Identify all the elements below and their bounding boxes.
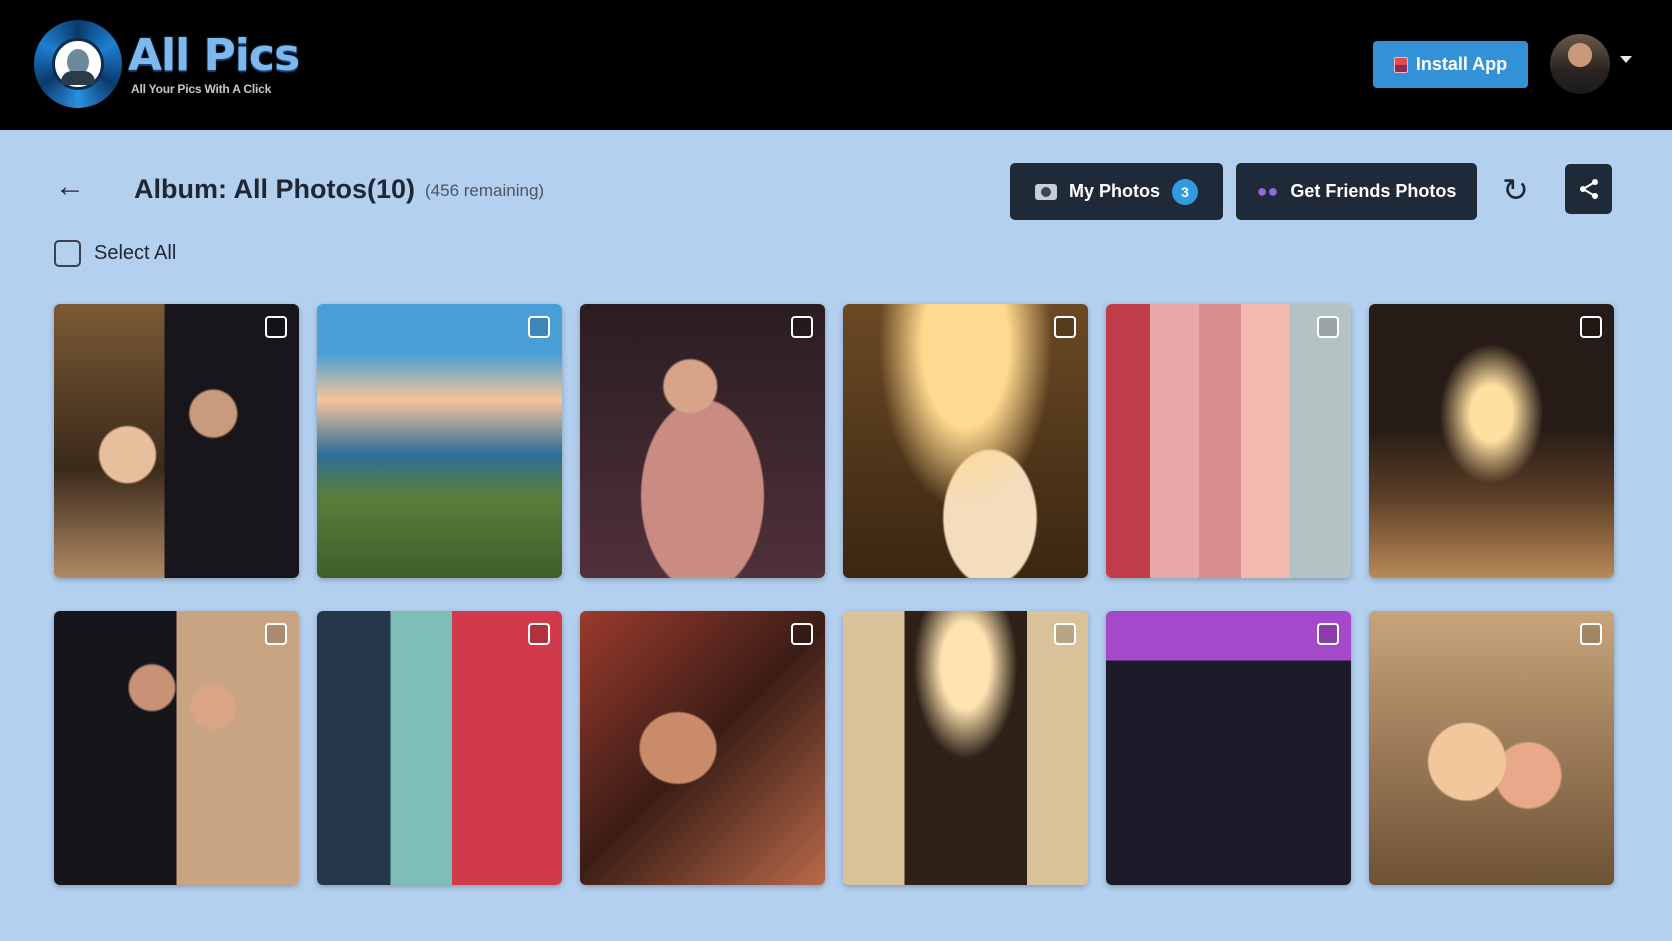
photo-checkbox[interactable] [265, 316, 287, 338]
share-icon [1579, 179, 1598, 199]
photo-checkbox[interactable] [528, 316, 550, 338]
photo-tile[interactable] [54, 611, 299, 885]
app-icon [1393, 56, 1408, 73]
photo-checkbox[interactable] [791, 316, 813, 338]
photo-tile[interactable] [54, 304, 299, 578]
photo-tile[interactable] [317, 611, 562, 885]
people-icon: ●● [1256, 181, 1279, 201]
photo-tile[interactable] [843, 611, 1088, 885]
photo-tile[interactable] [580, 304, 825, 578]
get-friends-photos-label: Get Friends Photos [1290, 181, 1457, 201]
logo-tagline: All Your Pics With A Click [131, 82, 272, 96]
select-all[interactable]: Select All [54, 240, 176, 267]
select-all-label: Select All [94, 242, 177, 264]
photo-checkbox[interactable] [1580, 316, 1602, 338]
photo-checkbox[interactable] [528, 623, 550, 645]
photo-grid [54, 304, 1614, 885]
refresh-icon[interactable]: ↻ [1502, 174, 1529, 206]
select-all-checkbox[interactable] [54, 240, 81, 267]
photo-tile[interactable] [1369, 304, 1614, 578]
photo-tile[interactable] [1106, 304, 1351, 578]
chevron-down-icon[interactable] [1620, 56, 1632, 63]
back-arrow-icon[interactable]: ← [55, 172, 85, 202]
my-photos-button[interactable]: My Photos 3 [1010, 163, 1223, 220]
photo-checkbox[interactable] [1317, 623, 1339, 645]
count-badge: 3 [1172, 178, 1198, 205]
avatar[interactable] [1550, 34, 1610, 94]
photo-tile[interactable] [843, 304, 1088, 578]
photo-checkbox[interactable] [1054, 316, 1076, 338]
page-title: Album: All Photos(10) [134, 174, 415, 204]
photo-tile[interactable] [1369, 611, 1614, 885]
photo-checkbox[interactable] [1054, 623, 1076, 645]
photo-checkbox[interactable] [265, 623, 287, 645]
get-friends-photos-button[interactable]: ●● Get Friends Photos [1236, 163, 1477, 220]
logo-icon[interactable] [34, 20, 122, 108]
photo-tile[interactable] [580, 611, 825, 885]
camera-icon [1034, 183, 1057, 200]
share-button[interactable] [1565, 164, 1612, 214]
logo-title[interactable]: All Pics [128, 30, 300, 81]
photo-tile[interactable] [317, 304, 562, 578]
photo-tile[interactable] [1106, 611, 1351, 885]
top-bar: All Pics All Your Pics With A Click Inst… [0, 0, 1672, 130]
remaining-count: (456 remaining) [425, 181, 545, 200]
install-app-button[interactable]: Install App [1373, 41, 1528, 88]
my-photos-label: My Photos [1068, 181, 1160, 201]
photo-checkbox[interactable] [1317, 316, 1339, 338]
photo-checkbox[interactable] [791, 623, 813, 645]
install-app-label: Install App [1415, 54, 1508, 74]
photo-checkbox[interactable] [1580, 623, 1602, 645]
